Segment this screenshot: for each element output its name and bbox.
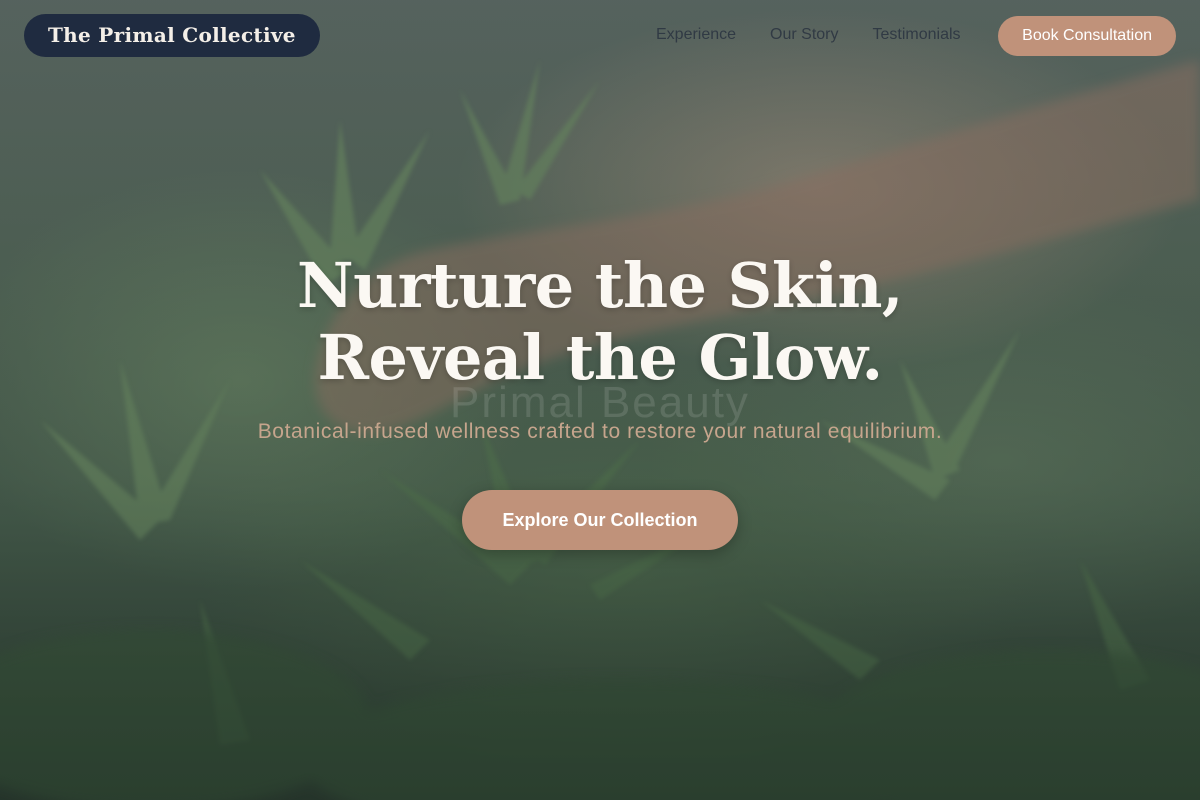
hero-headline: Nurture the Skin, Reveal the Glow. [0,250,1200,394]
book-consultation-button[interactable]: Book Consultation [998,16,1176,56]
explore-collection-button[interactable]: Explore Our Collection [462,490,738,550]
ghost-watermark-text: Primal Beauty [450,378,750,427]
nav-link-experience[interactable]: Experience [656,26,736,44]
nav-link-our-story[interactable]: Our Story [770,26,838,44]
brand-logo[interactable]: The Primal Collective [24,14,320,57]
hero-content: Nurture the Skin, Reveal the Glow. Prima… [0,250,1200,550]
nav-link-testimonials[interactable]: Testimonials [873,26,961,44]
top-navigation: The Primal Collective Experience Our Sto… [0,0,1200,72]
nav-links: Experience Our Story Testimonials [656,26,961,44]
headline-line-1: Nurture the Skin, [296,249,904,322]
hero-section: The Primal Collective Experience Our Sto… [0,0,1200,800]
